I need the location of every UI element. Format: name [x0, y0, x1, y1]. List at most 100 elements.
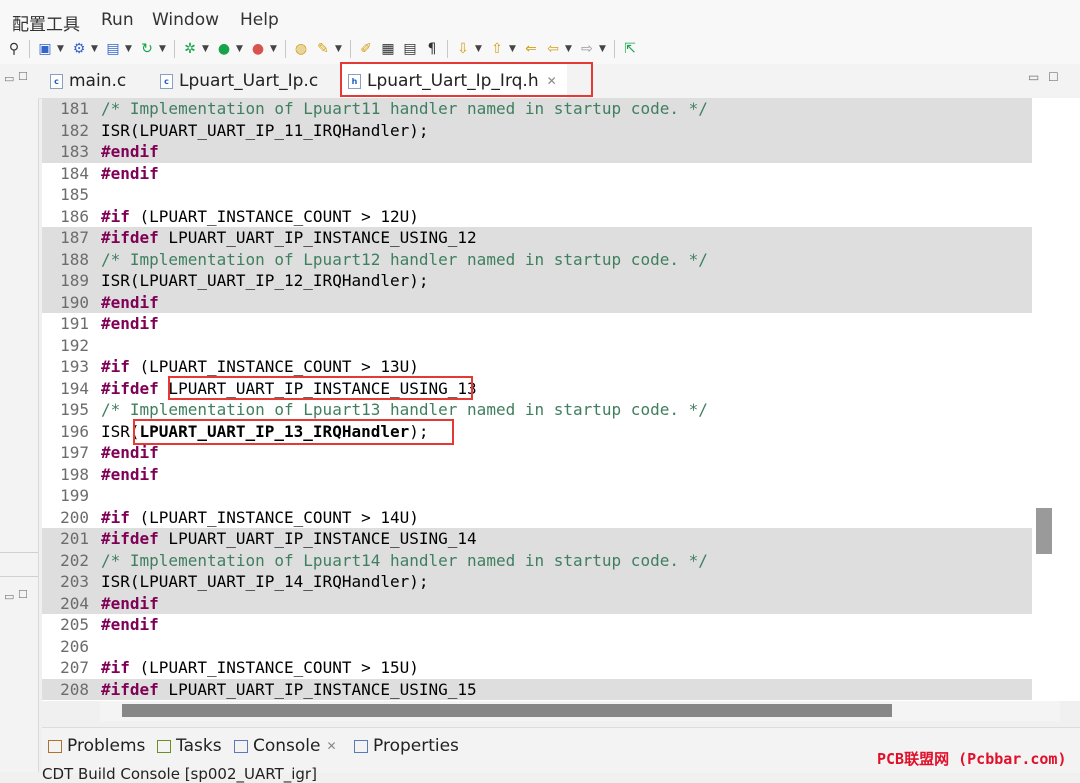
code-line[interactable]: 193 #if (LPUART_INSTANCE_COUNT > 13U)	[42, 356, 1032, 378]
code-line[interactable]: 185	[42, 184, 1032, 206]
close-icon[interactable]: ✕	[327, 739, 337, 753]
toolbar-separator	[29, 40, 30, 58]
chevron-down-icon[interactable]: ▼	[270, 44, 280, 54]
code-line[interactable]: 203 ISR(LPUART_UART_IP_14_IRQHandler);	[42, 571, 1032, 593]
minimize-icon[interactable]: ▭	[4, 72, 14, 85]
chevron-down-icon[interactable]: ▼	[565, 44, 575, 54]
line-number: 202	[60, 550, 89, 570]
next-annotation-icon[interactable]: ⇩	[453, 41, 473, 57]
code-text: #if (LPUART_INSTANCE_COUNT > 15U)	[101, 657, 419, 679]
code-token: );	[409, 421, 429, 441]
refresh-icon[interactable]: ↻	[137, 41, 157, 57]
chevron-down-icon[interactable]: ▼	[599, 44, 609, 54]
keyword-token: #endif	[101, 593, 159, 613]
last-edit-icon[interactable]: ⇐	[521, 41, 541, 57]
mark-occurrences-icon[interactable]: ✐	[356, 41, 376, 57]
code-line[interactable]: 206	[42, 636, 1032, 658]
code-line[interactable]: 189 ISR(LPUART_UART_IP_12_IRQHandler);	[42, 270, 1032, 292]
chevron-down-icon[interactable]: ▼	[509, 44, 519, 54]
keyword-token: #if	[101, 658, 130, 677]
maximize-icon[interactable]: ☐	[1048, 70, 1059, 84]
keyword-token: #endif	[101, 292, 159, 312]
maximize-icon[interactable]: ☐	[18, 588, 28, 601]
pin-icon[interactable]: ⚲	[4, 41, 24, 57]
code-token: ISR(	[101, 421, 140, 441]
show-whitespace-icon[interactable]: ¶	[422, 41, 442, 57]
minimize-icon[interactable]: ▭	[1028, 70, 1039, 84]
code-line[interactable]: 199	[42, 485, 1032, 507]
code-line[interactable]: 182 ISR(LPUART_UART_IP_11_IRQHandler);	[42, 119, 1032, 141]
maximize-icon[interactable]: ☐	[18, 70, 28, 83]
c-file-icon: c	[50, 73, 63, 89]
line-number: 187	[60, 228, 89, 247]
external-tools-icon[interactable]: ●	[248, 41, 268, 57]
code-text: #if (LPUART_INSTANCE_COUNT > 13U)	[101, 356, 419, 378]
code-line[interactable]: 200 #if (LPUART_INSTANCE_COUNT > 14U)	[42, 507, 1032, 529]
code-line[interactable]: 188 /* Implementation of Lpuart12 handler…	[42, 248, 1032, 270]
keyword-token: #if	[101, 507, 130, 527]
code-line[interactable]: 186 #if (LPUART_INSTANCE_COUNT > 12U)	[42, 206, 1032, 228]
code-line[interactable]: 205 #endif	[42, 614, 1032, 636]
code-line[interactable]: 181 /* Implementation of Lpuart11 handler…	[42, 98, 1032, 120]
chevron-down-icon[interactable]: ▼	[202, 44, 212, 54]
debug-icon[interactable]: ✲	[180, 41, 200, 57]
tab-properties[interactable]: Properties	[354, 736, 459, 756]
code-line[interactable]: 184 #endif	[42, 163, 1032, 185]
word-wrap-icon[interactable]: ▤	[400, 41, 420, 57]
menu-window[interactable]: Window	[152, 10, 219, 30]
menu-run[interactable]: Run	[101, 10, 134, 30]
tab-lpuart-uart-ip-irq-h[interactable]: h Lpuart_Uart_Ip_Irq.h ✕	[342, 64, 567, 98]
tab-tasks[interactable]: Tasks	[157, 736, 222, 756]
code-line[interactable]: 198 #endif	[42, 464, 1032, 486]
chevron-down-icon[interactable]: ▼	[475, 44, 485, 54]
minimize-icon[interactable]: ▭	[4, 590, 14, 603]
close-icon[interactable]: ✕	[547, 74, 557, 88]
vertical-scrollbar-thumb[interactable]	[1036, 508, 1052, 554]
tab-main-c[interactable]: c main.c	[50, 64, 126, 98]
horizontal-scrollbar[interactable]	[100, 701, 1060, 721]
run-icon[interactable]: ●	[214, 41, 234, 57]
code-text: #endif	[101, 313, 159, 335]
horizontal-scrollbar-thumb[interactable]	[122, 704, 892, 717]
keyword-token: #endif	[101, 314, 159, 333]
chevron-down-icon[interactable]: ▼	[57, 44, 67, 54]
pin-editor-icon[interactable]: ⇱	[620, 41, 640, 57]
code-line[interactable]: 207 #if (LPUART_INSTANCE_COUNT > 15U)	[42, 657, 1032, 679]
code-line[interactable]: 196 ISR(LPUART_UART_IP_13_IRQHandler);	[42, 421, 1032, 443]
code-line[interactable]: 204 #endif	[42, 592, 1032, 614]
open-type-icon[interactable]: ◍	[291, 41, 311, 57]
code-line[interactable]: 197 #endif	[42, 442, 1032, 464]
comment-token: /* Implementation of Lpuart12 handler na…	[101, 249, 708, 269]
panel-divider	[0, 552, 38, 553]
code-line[interactable]: 190 #endif	[42, 291, 1032, 313]
code-line[interactable]: 208 #ifdef LPUART_UART_IP_INSTANCE_USING_…	[42, 678, 1032, 700]
block-selection-icon[interactable]: ▦	[378, 41, 398, 57]
tab-lpuart-uart-ip-c[interactable]: c Lpuart_Uart_Ip.c	[160, 64, 318, 98]
code-line[interactable]: 202 /* Implementation of Lpuart14 handler…	[42, 549, 1032, 571]
forward-icon[interactable]: ⇨	[577, 41, 597, 57]
code-line[interactable]: 187 #ifdef LPUART_UART_IP_INSTANCE_USING_…	[42, 227, 1032, 249]
code-line[interactable]: 191 #endif	[42, 313, 1032, 335]
launch-config-icon[interactable]: ⚙	[69, 41, 89, 57]
code-line[interactable]: 194 #ifdef LPUART_UART_IP_INSTANCE_USING_…	[42, 378, 1032, 400]
tab-console[interactable]: Console ✕	[234, 736, 337, 756]
new-project-icon[interactable]: ▣	[35, 41, 55, 57]
menu-config-tools[interactable]: 配置工具	[12, 10, 80, 35]
chevron-down-icon[interactable]: ▼	[335, 44, 345, 54]
menu-bar: 配置工具 Run Window Help	[0, 0, 1080, 35]
code-line[interactable]: 183 #endif	[42, 141, 1032, 163]
back-icon[interactable]: ⇦	[543, 41, 563, 57]
tab-problems[interactable]: Problems	[48, 736, 145, 756]
code-line[interactable]: 192	[42, 335, 1032, 357]
chevron-down-icon[interactable]: ▼	[91, 44, 101, 54]
new-file-icon[interactable]: ▤	[103, 41, 123, 57]
code-line[interactable]: 201 #ifdef LPUART_UART_IP_INSTANCE_USING_…	[42, 528, 1032, 550]
code-line[interactable]: 195 /* Implementation of Lpuart13 handler…	[42, 399, 1032, 421]
menu-help[interactable]: Help	[240, 10, 279, 30]
search-icon[interactable]: ✎	[313, 41, 333, 57]
chevron-down-icon[interactable]: ▼	[236, 44, 246, 54]
code-editor[interactable]: 181 /* Implementation of Lpuart11 handler…	[42, 98, 1080, 701]
chevron-down-icon[interactable]: ▼	[125, 44, 135, 54]
previous-annotation-icon[interactable]: ⇧	[487, 41, 507, 57]
chevron-down-icon[interactable]: ▼	[159, 44, 169, 54]
